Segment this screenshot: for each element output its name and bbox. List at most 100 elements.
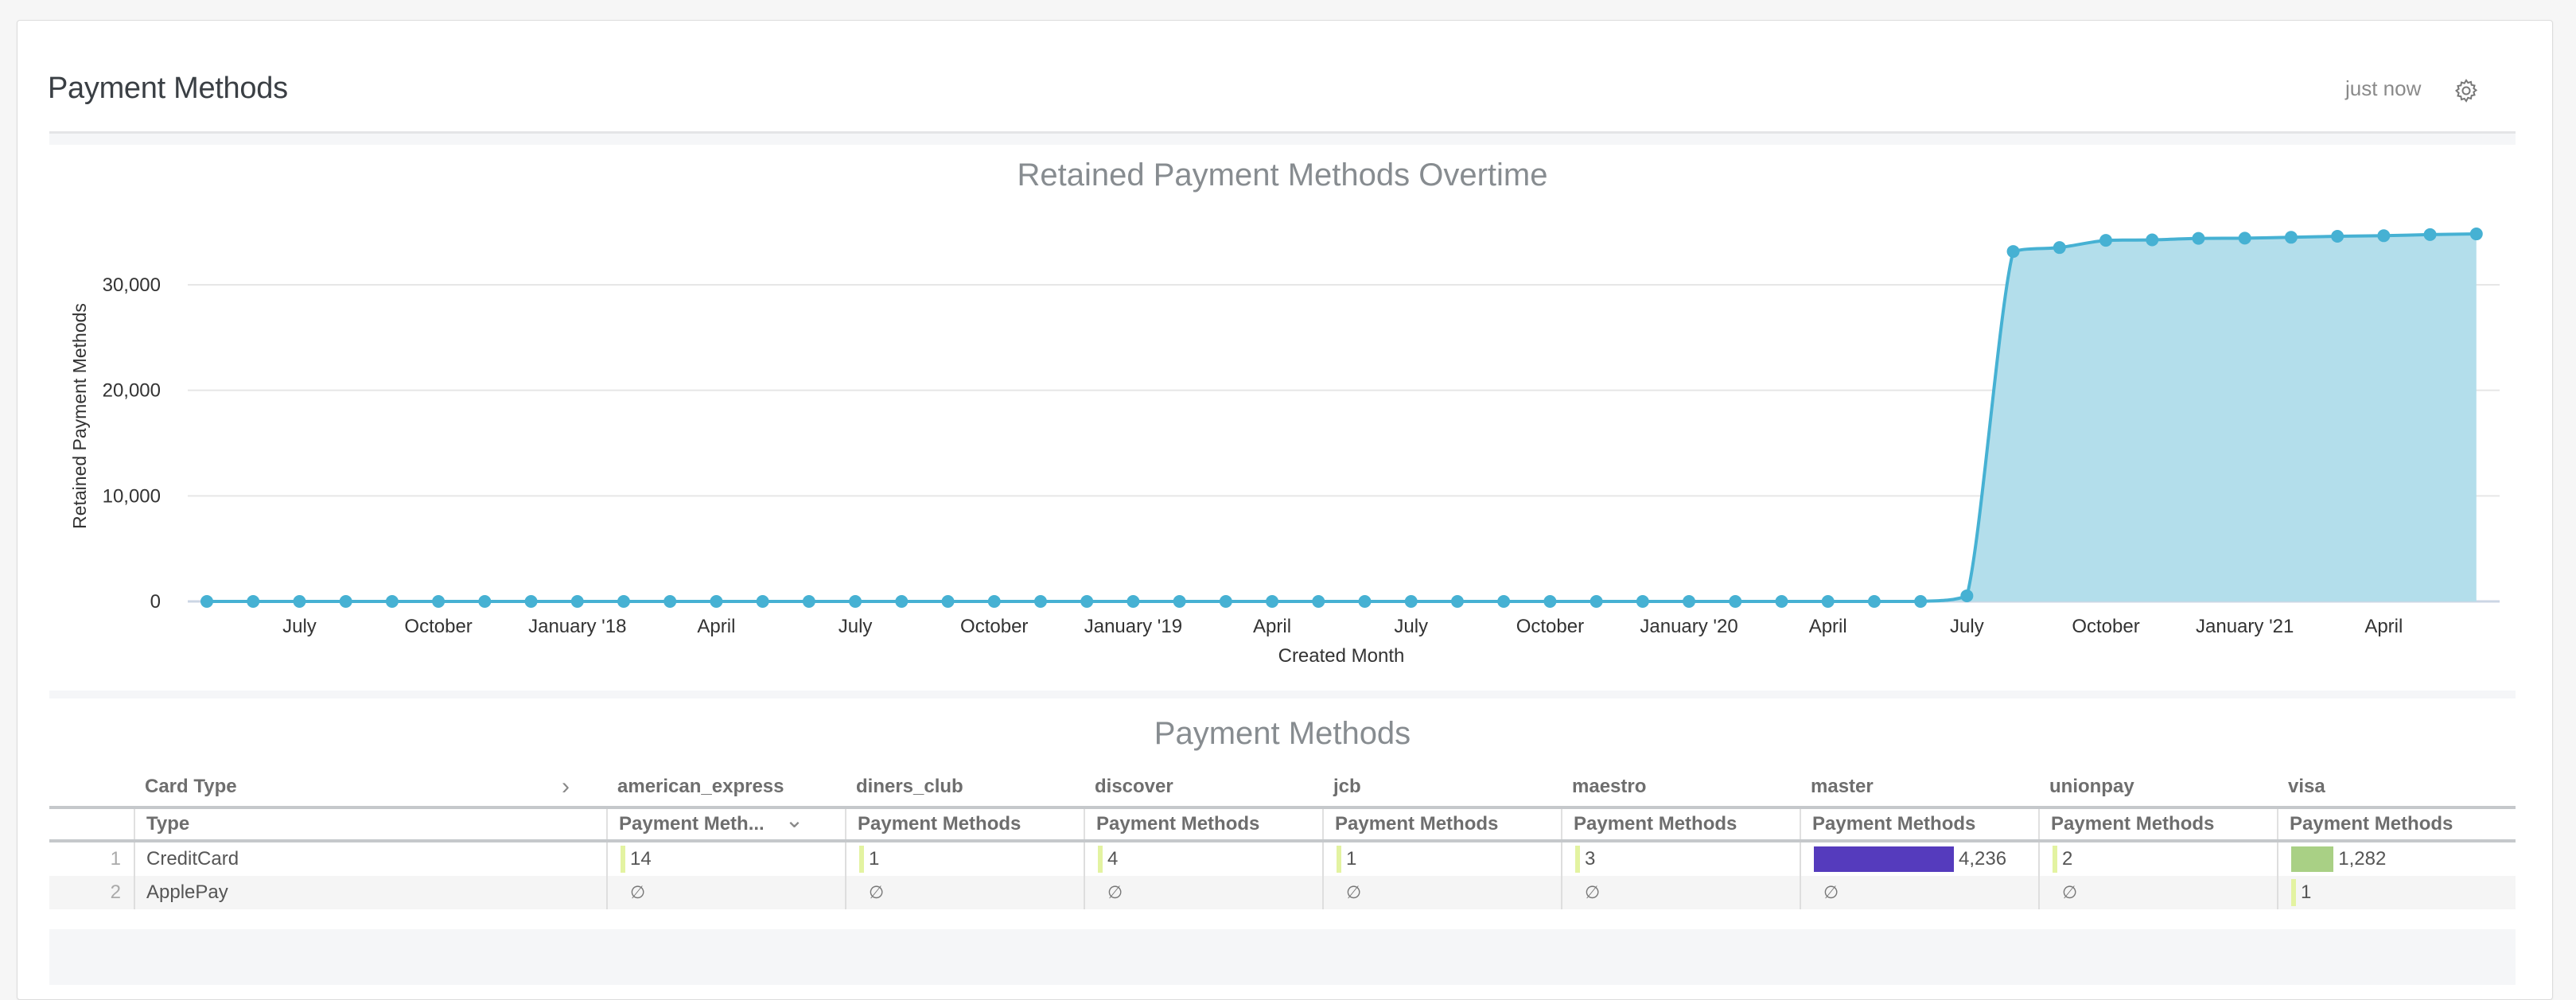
x-tick-label: January '19 bbox=[1084, 616, 1182, 637]
x-tick-label: January '21 bbox=[2196, 616, 2294, 637]
cell-value: 4 bbox=[1107, 848, 1119, 870]
data-point bbox=[2469, 228, 2483, 241]
data-point bbox=[1497, 595, 1511, 608]
table-row: 1 CreditCard 14 1 4 1 3 4,236 2 1,282 bbox=[49, 842, 2516, 876]
column-header-label: Payment Methods bbox=[858, 813, 1021, 835]
column-header-payment-methods[interactable]: Payment Methods bbox=[1084, 809, 1322, 839]
x-tick-label: July bbox=[1394, 616, 1428, 637]
data-bar bbox=[2291, 879, 2296, 906]
column-group-unionpay[interactable]: unionpay bbox=[2049, 768, 2277, 806]
empty-tile-area bbox=[49, 929, 2516, 985]
x-tick-label: January '18 bbox=[528, 616, 626, 637]
cell-value: 2 bbox=[2062, 848, 2073, 870]
sort-desc-icon[interactable]: ⌄ bbox=[785, 807, 804, 833]
data-point bbox=[2053, 241, 2066, 255]
pivot-header-label: Card Type bbox=[145, 776, 237, 797]
column-group-visa[interactable]: visa bbox=[2288, 768, 2516, 806]
data-cell: ∅ bbox=[2038, 876, 2277, 909]
data-point bbox=[802, 595, 815, 608]
cell-value: 1 bbox=[869, 848, 880, 870]
data-point bbox=[710, 595, 723, 608]
column-group-jcb[interactable]: jcb bbox=[1333, 768, 1561, 806]
column-header-label: Payment Methods bbox=[1335, 813, 1499, 835]
y-axis-label: Retained Payment Methods bbox=[69, 303, 90, 529]
data-cell: 14 bbox=[606, 842, 845, 876]
data-point bbox=[2192, 232, 2205, 245]
cell-value: 1,282 bbox=[2338, 848, 2387, 870]
data-cell: 1 bbox=[1322, 842, 1561, 876]
data-point bbox=[756, 595, 769, 608]
column-group-discover[interactable]: discover bbox=[1095, 768, 1322, 806]
column-header-label: Payment Methods bbox=[2290, 813, 2453, 835]
data-bar bbox=[859, 846, 864, 873]
data-point bbox=[1960, 589, 1974, 602]
table-title: Payment Methods bbox=[1154, 716, 1411, 751]
pivot-header-row: Card Type › american_express diners_club dis… bbox=[49, 768, 2516, 809]
data-cell: 1 bbox=[845, 842, 1084, 876]
column-header-type[interactable]: Type bbox=[134, 809, 606, 839]
data-point bbox=[1266, 595, 1279, 608]
column-group-maestro[interactable]: maestro bbox=[1572, 768, 1800, 806]
column-header-payment-methods[interactable]: Payment Methods bbox=[845, 809, 1084, 839]
cell-value: 1 bbox=[1346, 848, 1357, 870]
column-group-diners_club[interactable]: diners_club bbox=[856, 768, 1084, 806]
x-tick-label: July bbox=[1950, 616, 1984, 637]
row-number: 1 bbox=[110, 848, 121, 870]
chevron-right-icon[interactable]: › bbox=[562, 773, 570, 800]
data-cell: ∅ bbox=[1800, 876, 2038, 909]
data-point bbox=[2238, 232, 2251, 245]
x-tick-label: January '20 bbox=[1640, 616, 1737, 637]
column-group-master[interactable]: master bbox=[1811, 768, 2038, 806]
data-bar bbox=[1575, 846, 1580, 873]
column-header-payment-methods[interactable]: Payment Methods bbox=[1561, 809, 1800, 839]
data-cell: ∅ bbox=[1322, 876, 1561, 909]
data-cell: 1 bbox=[2277, 876, 2516, 909]
column-header-payment-methods[interactable]: Payment Methods bbox=[1322, 809, 1561, 839]
data-point bbox=[987, 595, 1001, 608]
row-type: CreditCard bbox=[134, 842, 606, 876]
data-cell: 3 bbox=[1561, 842, 1800, 876]
data-point bbox=[339, 595, 352, 608]
data-point bbox=[478, 595, 492, 608]
column-header-payment-methods[interactable]: Payment Methods bbox=[2038, 809, 2277, 839]
cell-value: 14 bbox=[630, 848, 652, 870]
x-tick-label: October bbox=[1516, 616, 1584, 637]
area-chart: 0 10,000 20,000 30,000 Retained Payment Meth… bbox=[69, 228, 2500, 667]
data-point bbox=[2146, 233, 2159, 247]
x-tick-label: July bbox=[282, 616, 317, 637]
data-point bbox=[1219, 595, 1232, 608]
column-header-payment-methods[interactable]: Payment Meth... ⌄ bbox=[606, 807, 845, 839]
data-point bbox=[385, 595, 399, 608]
data-point bbox=[1033, 595, 1047, 608]
data-point bbox=[2331, 229, 2344, 243]
x-tick-label: October bbox=[2072, 616, 2139, 637]
x-tick-label: April bbox=[1253, 616, 1291, 637]
data-cell: ∅ bbox=[845, 876, 1084, 909]
data-bar bbox=[1814, 846, 1954, 872]
column-header-payment-methods[interactable]: Payment Methods bbox=[2277, 809, 2516, 839]
x-tick-label: July bbox=[839, 616, 873, 637]
cell-value: 4,236 bbox=[1959, 848, 2007, 870]
column-group-american_express[interactable]: american_express bbox=[617, 768, 845, 806]
x-tick-label: April bbox=[697, 616, 735, 637]
row-type: ApplePay bbox=[134, 876, 606, 909]
data-cell: ∅ bbox=[1084, 876, 1322, 909]
column-header-payment-methods[interactable]: Payment Methods bbox=[1800, 809, 2038, 839]
data-point bbox=[1729, 595, 1742, 608]
y-tick-label: 0 bbox=[150, 591, 161, 613]
data-point bbox=[2099, 234, 2113, 247]
column-header-row: Type Payment Meth... ⌄ Payment Methods Payme… bbox=[49, 807, 2516, 842]
data-point bbox=[1358, 595, 1372, 608]
pivot-header-card-type[interactable]: Card Type › bbox=[145, 768, 590, 806]
data-point bbox=[1404, 595, 1418, 608]
data-point bbox=[1543, 595, 1557, 608]
data-point bbox=[200, 595, 213, 608]
data-point bbox=[1636, 595, 1649, 608]
column-header-label: Payment Meth... bbox=[619, 813, 765, 835]
data-bar bbox=[2291, 846, 2334, 872]
data-cell: 1,282 bbox=[2277, 842, 2516, 876]
data-point bbox=[2423, 228, 2437, 241]
data-point bbox=[247, 595, 260, 608]
data-cell: ∅ bbox=[606, 876, 845, 909]
data-point bbox=[293, 595, 306, 608]
